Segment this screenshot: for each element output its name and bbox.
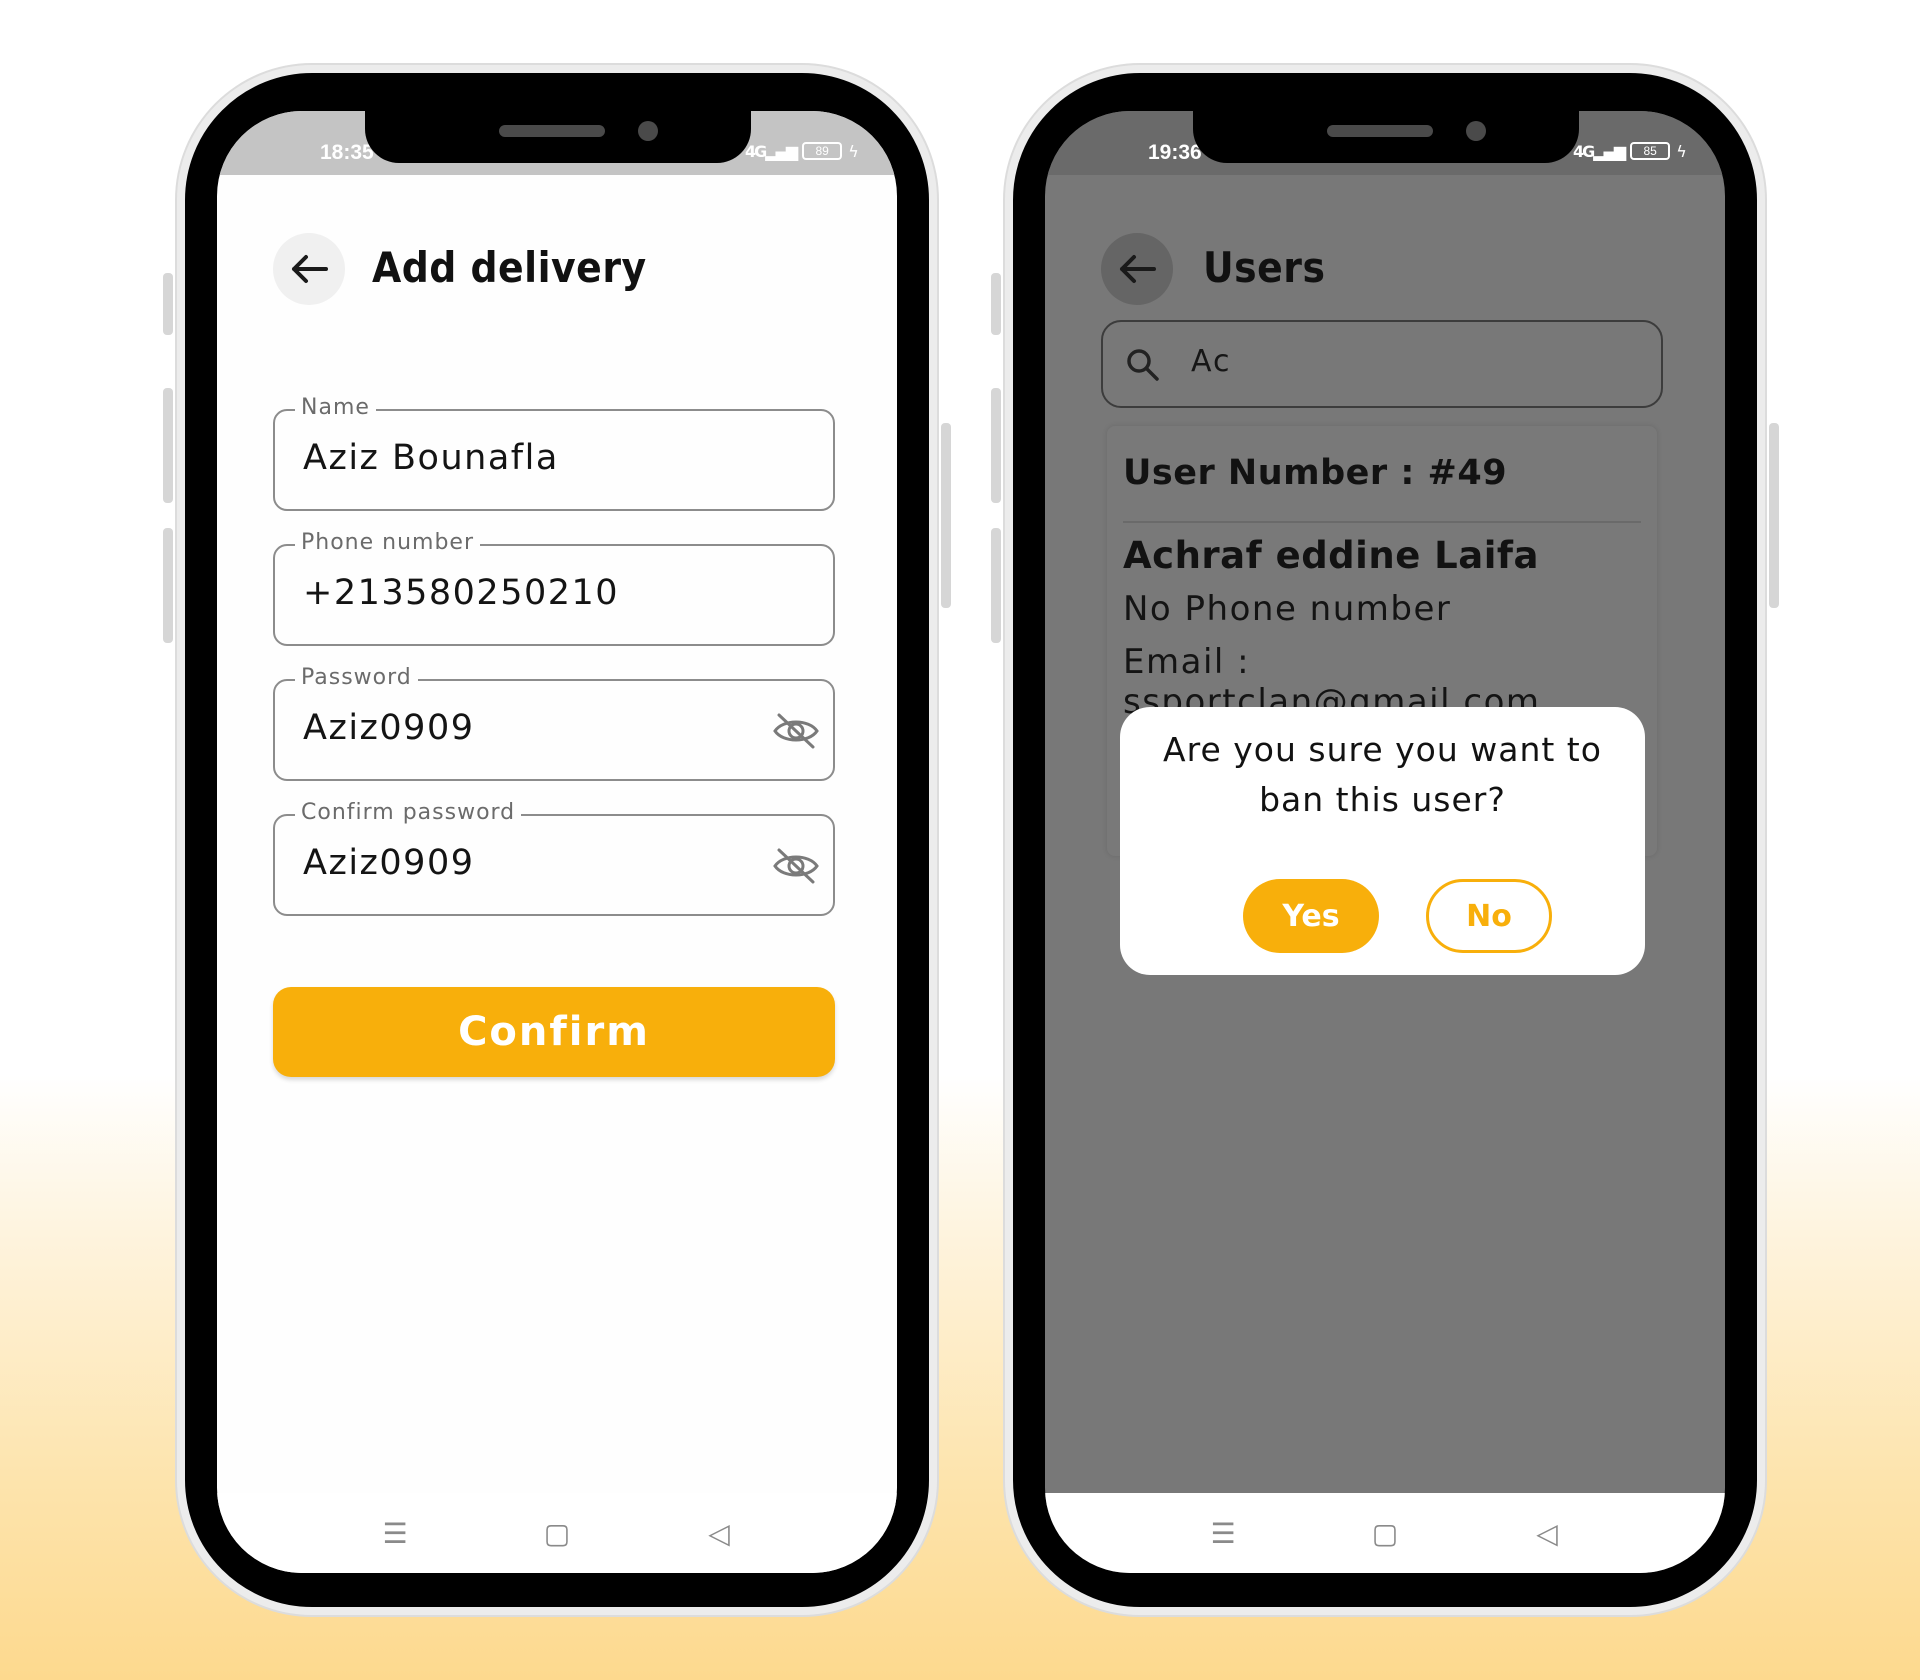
system-nav-bar: ☰ ▢ ◁	[217, 1493, 897, 1573]
search-value: Ac	[1191, 344, 1232, 379]
field-value: Aziz0909	[303, 843, 475, 883]
yes-button[interactable]: Yes	[1243, 879, 1379, 953]
password-field[interactable]: Password Aziz0909	[273, 665, 835, 781]
status-icons: 4G▂▄▆ 85 ϟ	[1573, 139, 1687, 163]
signal-icon: 4G▂▄▆	[1573, 141, 1626, 161]
charging-icon: ϟ	[848, 141, 859, 161]
search-icon	[1127, 349, 1159, 381]
front-camera	[638, 121, 658, 141]
menu-icon[interactable]: ☰	[379, 1517, 411, 1550]
arrow-left-icon	[292, 255, 328, 283]
side-button	[991, 528, 1001, 643]
field-label: Confirm password	[295, 800, 522, 825]
menu-icon[interactable]: ☰	[1207, 1517, 1239, 1550]
side-button	[991, 273, 1001, 335]
side-button	[163, 273, 173, 335]
search-input[interactable]: Ac	[1101, 320, 1663, 408]
phone-mockup-add-delivery: 18:35 4G▂▄▆ 89 ϟ Add delivery Name Aziz …	[163, 65, 951, 1615]
user-phone: No Phone number	[1123, 589, 1452, 629]
status-time: 19:36	[1148, 141, 1202, 164]
speaker	[1327, 125, 1433, 137]
field-value: Aziz Bounafla	[303, 438, 559, 478]
back-button[interactable]	[273, 233, 345, 305]
signal-icon: 4G▂▄▆	[745, 141, 798, 161]
back-nav-icon[interactable]: ◁	[1531, 1517, 1563, 1550]
divider	[1123, 521, 1641, 523]
side-button	[163, 388, 173, 503]
phone-number-field[interactable]: Phone number +213580250210	[273, 530, 835, 646]
network-label: 4G	[745, 141, 767, 161]
network-label: 4G	[1573, 141, 1595, 161]
notch	[365, 111, 751, 163]
power-button	[1769, 423, 1779, 608]
eye-off-icon[interactable]	[771, 844, 821, 888]
screen: 19:36 4G▂▄▆ 85 ϟ Users Ac User Number : …	[1045, 111, 1725, 1573]
speaker	[499, 125, 605, 137]
no-button[interactable]: No	[1426, 879, 1552, 953]
arrow-left-icon	[1120, 255, 1156, 283]
confirm-button[interactable]: Confirm	[273, 987, 835, 1077]
power-button	[941, 423, 951, 608]
page-title: Users	[1203, 243, 1326, 292]
field-label: Name	[295, 395, 376, 420]
screen: 18:35 4G▂▄▆ 89 ϟ Add delivery Name Aziz …	[217, 111, 897, 1573]
side-button	[991, 388, 1001, 503]
back-nav-icon[interactable]: ◁	[703, 1517, 735, 1550]
notch	[1193, 111, 1579, 163]
status-icons: 4G▂▄▆ 89 ϟ	[745, 139, 859, 163]
field-value: Aziz0909	[303, 708, 475, 748]
name-field[interactable]: Name Aziz Bounafla	[273, 395, 835, 511]
user-number: User Number : #49	[1123, 453, 1508, 493]
battery-icon: 85	[1630, 142, 1671, 160]
system-nav-bar: ☰ ▢ ◁	[1045, 1493, 1725, 1573]
ban-confirm-dialog: Are you sure you want to ban this user? …	[1120, 707, 1645, 975]
eye-off-icon[interactable]	[771, 709, 821, 753]
front-camera	[1466, 121, 1486, 141]
phone-mockup-users: 19:36 4G▂▄▆ 85 ϟ Users Ac User Number : …	[991, 65, 1779, 1615]
battery-icon: 89	[802, 142, 843, 160]
field-label: Phone number	[295, 530, 481, 555]
field-value: +213580250210	[303, 573, 620, 613]
page-title: Add delivery	[372, 243, 647, 292]
dialog-message: Are you sure you want to ban this user?	[1163, 730, 1602, 819]
charging-icon: ϟ	[1676, 141, 1687, 161]
confirm-password-field[interactable]: Confirm password Aziz0909	[273, 800, 835, 916]
user-name: Achraf eddine Laifa	[1123, 534, 1539, 577]
side-button	[163, 528, 173, 643]
home-icon[interactable]: ▢	[1369, 1517, 1401, 1550]
back-button[interactable]	[1101, 233, 1173, 305]
field-label: Password	[295, 665, 418, 690]
home-icon[interactable]: ▢	[541, 1517, 573, 1550]
status-time: 18:35	[320, 141, 374, 164]
